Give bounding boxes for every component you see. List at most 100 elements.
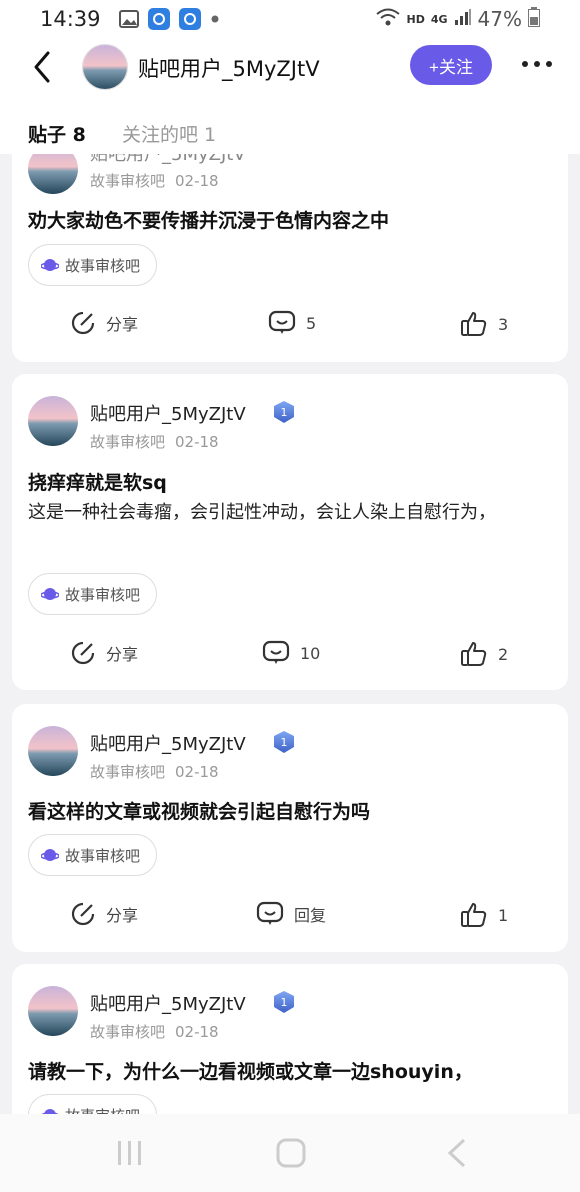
system-nav-bar: [0, 1114, 580, 1192]
more-dots-icon: [522, 61, 552, 67]
comment-count: 10: [300, 643, 321, 663]
forum-tag-button[interactable]: 故事审核吧: [28, 834, 158, 876]
gallery-icon: [118, 10, 139, 28]
svg-text:1: 1: [281, 736, 288, 749]
post-username[interactable]: 贴吧用户_5MyZJtV: [90, 400, 246, 426]
forum-tag-button[interactable]: 故事审核吧: [28, 1094, 158, 1115]
status-time: 14:39: [40, 7, 101, 31]
recent-apps-button[interactable]: [116, 1138, 144, 1172]
profile-avatar[interactable]: [82, 44, 128, 90]
avatar[interactable]: [28, 726, 78, 776]
share-icon: [70, 901, 96, 927]
post-forum: 故事审核吧: [90, 1023, 166, 1041]
share-button[interactable]: 分享: [70, 901, 138, 927]
post-feed[interactable]: 贴吧用户_5MyZJtV 故事审核吧 02-18 劝大家劫色不要传播并沉浸于色情内…: [0, 154, 580, 1114]
like-count: 1: [498, 905, 509, 925]
share-label: 分享: [106, 315, 139, 334]
share-label: 分享: [106, 906, 139, 925]
avatar[interactable]: [28, 986, 78, 1036]
post-forum: 故事审核吧: [90, 172, 166, 190]
profile-header: 贴吧用户_5MyZJtV +关注: [0, 38, 580, 96]
system-back-icon: [447, 1138, 466, 1168]
recent-apps-icon: [118, 1141, 141, 1165]
status-bar: 14:39 HD 4G 47%: [0, 0, 580, 38]
back-arrow-icon: [34, 51, 50, 83]
avatar[interactable]: [28, 154, 78, 194]
post-title[interactable]: 看这样的文章或视频就会引起自慰行为吗: [28, 797, 370, 824]
comment-count: 5: [306, 313, 317, 333]
post-title[interactable]: 挠痒痒就是软sq: [28, 468, 167, 495]
app-notification-icon: [147, 8, 170, 30]
post-username[interactable]: 贴吧用户_5MyZJtV: [90, 730, 246, 756]
post-card[interactable]: 贴吧用户_5MyZJtV 1 故事审核吧 02-18 请教一下，为什么一边看视频或…: [12, 964, 568, 1114]
post-username[interactable]: 贴吧用户_5MyZJtV: [90, 154, 246, 166]
level-badge-icon: 1: [272, 990, 296, 1014]
home-icon: [276, 1138, 306, 1168]
post-card[interactable]: 贴吧用户_5MyZJtV 故事审核吧 02-18 劝大家劫色不要传播并沉浸于色情内…: [12, 154, 568, 362]
comment-icon: [262, 640, 290, 666]
forum-tag-label: 故事审核吧: [65, 585, 141, 604]
back-button[interactable]: [28, 50, 58, 84]
share-button[interactable]: 分享: [70, 640, 138, 666]
post-username[interactable]: 贴吧用户_5MyZJtV: [90, 990, 246, 1016]
follow-button[interactable]: +关注: [410, 45, 492, 85]
thumbs-up-icon: [460, 310, 488, 338]
share-icon: [70, 310, 96, 336]
home-button[interactable]: [276, 1138, 306, 1172]
reply-button[interactable]: 回复: [256, 901, 326, 927]
comment-button[interactable]: 10: [262, 640, 320, 666]
like-button[interactable]: 3: [460, 310, 508, 338]
like-count: 3: [498, 314, 509, 334]
share-icon: [70, 640, 96, 666]
signal-icon: [454, 8, 472, 30]
avatar[interactable]: [28, 396, 78, 446]
post-card[interactable]: 贴吧用户_5MyZJtV 1 故事审核吧 02-18 看这样的文章或视频就会引起自…: [12, 704, 568, 952]
comment-icon: [268, 310, 296, 336]
battery-percent: 47%: [477, 7, 522, 31]
post-meta: 故事审核吧 02-18: [90, 1021, 219, 1042]
comment-button[interactable]: 5: [268, 310, 316, 336]
svg-text:1: 1: [281, 996, 288, 1009]
post-title[interactable]: 请教一下，为什么一边看视频或文章一边shouyin，: [28, 1057, 473, 1084]
profile-tabs: 贴子 8 关注的吧 1: [0, 96, 580, 154]
forum-tag-label: 故事审核吧: [65, 1105, 140, 1115]
like-button[interactable]: 1: [460, 901, 508, 929]
planet-icon: [41, 1106, 59, 1114]
post-meta: 故事审核吧 02-18: [90, 170, 219, 191]
post-forum: 故事审核吧: [90, 433, 166, 451]
like-button[interactable]: 2: [460, 640, 508, 668]
forum-tag-button[interactable]: 故事审核吧: [28, 573, 158, 615]
post-title[interactable]: 劝大家劫色不要传播并沉浸于色情内容之中: [28, 206, 389, 233]
tab-posts[interactable]: 贴子 8: [28, 120, 86, 147]
thumbs-up-icon: [460, 901, 488, 929]
thumbs-up-icon: [460, 640, 488, 668]
post-meta: 故事审核吧 02-18: [90, 761, 219, 782]
share-label: 分享: [106, 645, 139, 664]
forum-tag-label: 故事审核吧: [65, 846, 141, 865]
network-4g-label: 4G: [430, 12, 448, 26]
system-back-button[interactable]: [446, 1138, 468, 1172]
post-card[interactable]: 贴吧用户_5MyZJtV 1 故事审核吧 02-18 挠痒痒就是软sq 这是一种社…: [12, 374, 568, 690]
post-date: 02-18: [175, 763, 219, 781]
reply-label: 回复: [294, 906, 327, 925]
forum-tag-button[interactable]: 故事审核吧: [28, 244, 158, 286]
profile-username: 贴吧用户_5MyZJtV: [138, 57, 320, 81]
wifi-icon: [375, 7, 401, 31]
planet-icon: [41, 846, 59, 864]
planet-icon: [41, 256, 59, 274]
share-button[interactable]: 分享: [70, 310, 138, 336]
level-badge-icon: 1: [272, 400, 296, 424]
post-date: 02-18: [175, 433, 219, 451]
post-body[interactable]: 这是一种社会毒瘤，会引起性冲动，会让人染上自慰行为，: [28, 498, 552, 528]
comment-icon: [256, 901, 284, 927]
more-options-button[interactable]: [520, 52, 554, 76]
like-count: 2: [498, 644, 509, 664]
app-notification-icon: [178, 8, 201, 30]
forum-tag-label: 故事审核吧: [65, 256, 141, 275]
post-date: 02-18: [175, 1023, 219, 1041]
tab-followed-forums[interactable]: 关注的吧 1: [122, 120, 216, 147]
post-forum: 故事审核吧: [90, 763, 166, 781]
planet-icon: [41, 585, 59, 603]
level-badge-icon: 1: [272, 730, 296, 754]
hd-label: HD: [406, 12, 425, 26]
